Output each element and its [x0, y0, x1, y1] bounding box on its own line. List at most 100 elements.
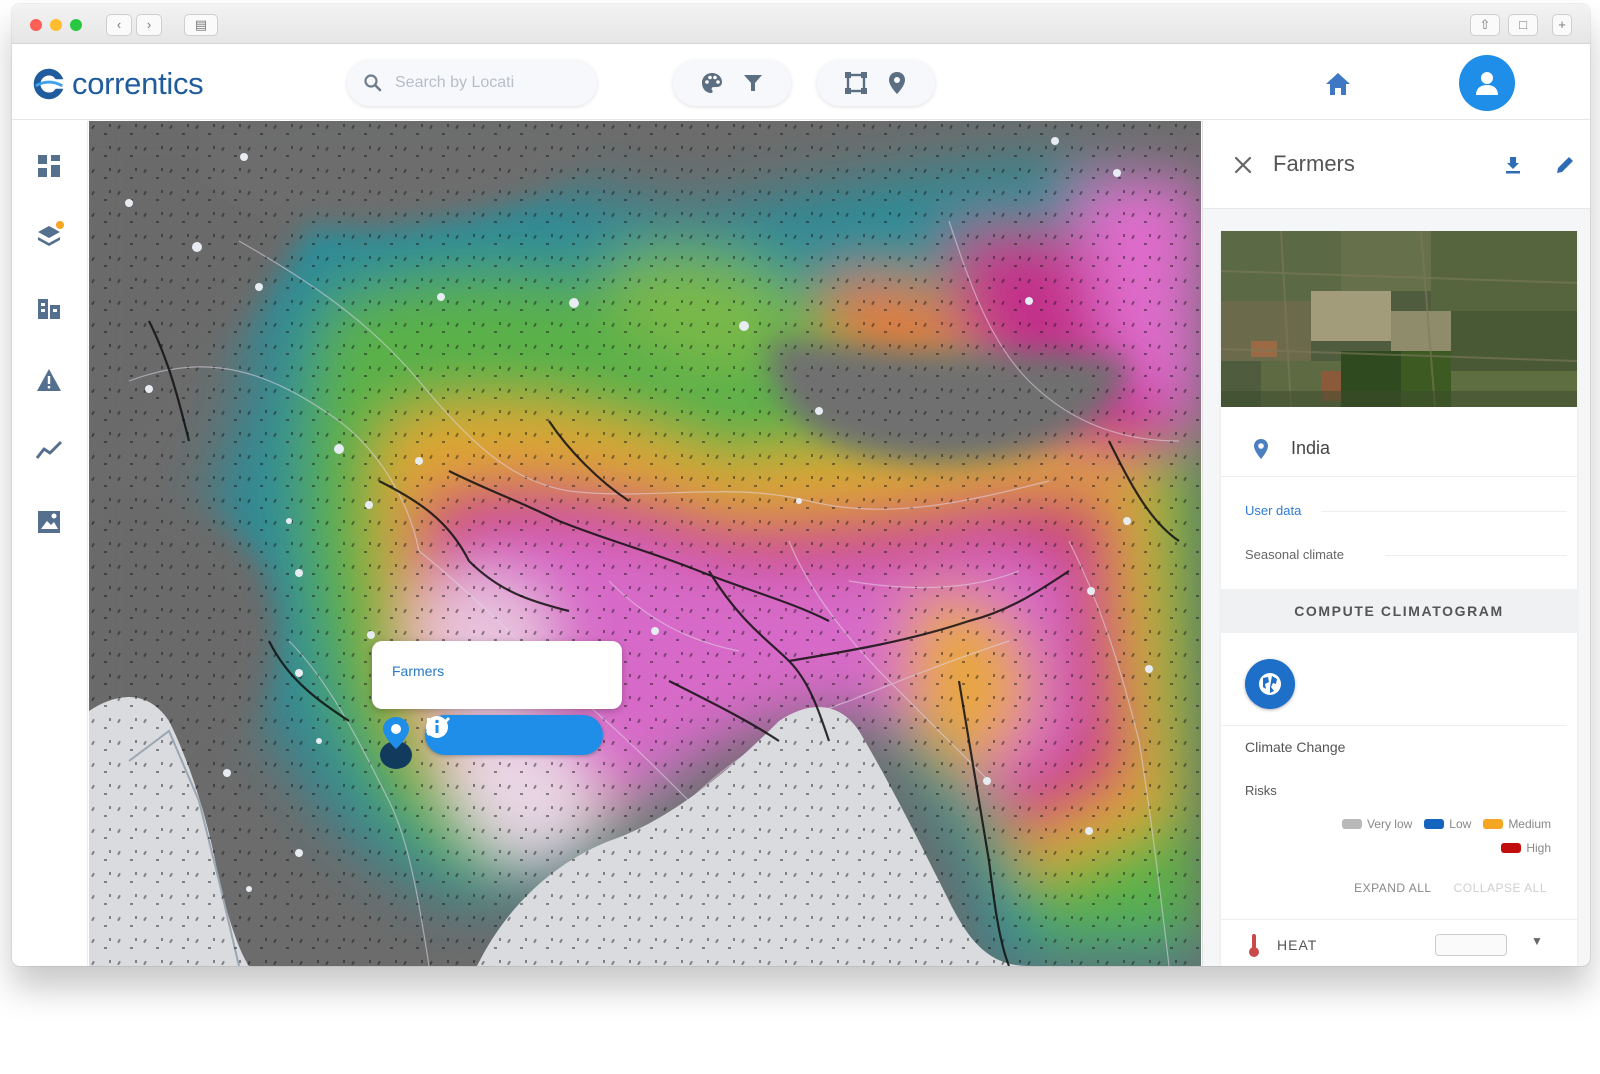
location-marker-icon [380, 717, 412, 769]
filter-button[interactable] [739, 69, 767, 97]
climate-change-label: Climate Change [1245, 739, 1346, 755]
heat-layer-toggle[interactable] [1435, 934, 1507, 956]
user-avatar-button[interactable] [1459, 55, 1515, 111]
location-name: India [1291, 438, 1331, 458]
heat-label: HEAT [1277, 936, 1318, 953]
satellite-thumbnail [1221, 231, 1577, 407]
climate-risk-map[interactable]: Farmers [89, 121, 1201, 966]
legend-item-low: Low [1424, 817, 1471, 831]
browser-window: ‹ › ▤ ⇧ □ + correntics Search by Locati … [12, 4, 1590, 966]
legend-swatch [1483, 819, 1504, 829]
legend-label: Medium [1508, 817, 1551, 831]
brand-logo[interactable]: correntics [30, 62, 204, 106]
legend-swatch [1424, 819, 1445, 829]
brand-name: correntics [72, 66, 204, 101]
location-card: India User data Seasonal climate COMPUTE… [1221, 231, 1577, 966]
left-navigation-rail [12, 121, 88, 966]
user-data-link[interactable]: User data [1245, 503, 1301, 518]
popup-title: Farmers [392, 663, 445, 679]
dashboard-icon [38, 155, 60, 177]
download-icon [1506, 157, 1520, 174]
divider [1321, 511, 1567, 512]
minimize-window-button[interactable] [50, 19, 62, 31]
more-button[interactable]: + [1552, 14, 1572, 36]
close-panel-button[interactable] [1231, 153, 1255, 177]
info-icon [426, 716, 448, 738]
expand-all-button[interactable]: EXPAND ALL [1354, 881, 1431, 895]
risks-label: Risks [1245, 783, 1277, 798]
browser-back-button[interactable]: ‹ [106, 14, 132, 36]
close-window-button[interactable] [30, 19, 42, 31]
trend-chart-icon [35, 440, 63, 459]
panel-header: Farmers [1203, 121, 1590, 209]
user-icon [1476, 72, 1498, 95]
share-button[interactable]: ⇧ [1470, 14, 1500, 36]
location-details-panel: Farmers India User data Seasonal climate… [1202, 121, 1590, 966]
location-popup[interactable]: Farmers [372, 641, 622, 709]
palette-button[interactable] [698, 69, 726, 97]
location-trend-button[interactable] [425, 716, 508, 749]
expand-collapse-row: EXPAND ALL COLLAPSE ALL [1221, 881, 1577, 895]
chevron-down-icon[interactable]: ▼ [1531, 934, 1543, 948]
legend-label: Very low [1366, 817, 1413, 831]
selection-tools-group [817, 60, 935, 106]
palette-icon [701, 73, 722, 93]
filter-icon [743, 75, 762, 91]
new-tab-button[interactable]: □ [1508, 14, 1538, 36]
rail-item-analytics[interactable] [32, 433, 66, 467]
divider [1385, 555, 1567, 556]
globe-icon [1259, 673, 1281, 695]
legend-item-very-low: Very low [1341, 817, 1413, 831]
map-tools-group [673, 60, 791, 106]
climate-change-globe-button[interactable] [1245, 659, 1295, 709]
rail-item-portfolio[interactable] [32, 291, 66, 325]
download-panel-button[interactable] [1501, 153, 1525, 177]
maximize-window-button[interactable] [70, 19, 82, 31]
legend-label: Low [1449, 817, 1472, 831]
legend-label: High [1526, 841, 1551, 855]
area-select-button[interactable] [842, 69, 870, 97]
map-canvas[interactable] [89, 121, 1201, 966]
home-button[interactable] [1322, 68, 1354, 100]
selected-location-marker[interactable] [378, 715, 414, 771]
legend-item-medium: Medium [1483, 817, 1551, 831]
sidebar-toggle-button[interactable]: ▤ [184, 14, 218, 36]
location-search[interactable] [347, 60, 597, 106]
app-header: correntics [12, 44, 1590, 966]
rail-item-alerts[interactable] [32, 363, 66, 397]
search-input[interactable] [395, 74, 575, 92]
browser-titlebar: ‹ › ▤ ⇧ □ + [12, 4, 1590, 44]
image-report-icon [38, 511, 60, 533]
warning-icon [37, 369, 61, 391]
compute-climatogram-button[interactable]: COMPUTE CLIMATOGRAM [1221, 589, 1577, 633]
buildings-icon [38, 299, 60, 319]
notification-badge [56, 221, 64, 229]
add-location-button[interactable] [883, 69, 911, 97]
map-pin-icon [1254, 438, 1268, 459]
home-icon [1326, 73, 1350, 95]
pencil-icon [1557, 157, 1573, 173]
logo-icon [33, 68, 64, 100]
edit-panel-button[interactable] [1553, 153, 1577, 177]
divider [1221, 725, 1567, 726]
close-icon [1234, 156, 1252, 174]
thermometer-icon [1249, 933, 1259, 957]
seasonal-climate-label: Seasonal climate [1245, 547, 1344, 562]
rail-item-reports[interactable] [32, 505, 66, 539]
map-pin-icon [888, 72, 905, 94]
legend-item-high: High [1501, 841, 1551, 855]
rail-item-layers[interactable] [32, 219, 66, 253]
browser-forward-button[interactable]: › [136, 14, 162, 36]
heat-risk-row[interactable]: HEAT ▼ [1221, 919, 1577, 966]
legend-swatch [1341, 819, 1362, 829]
location-action-bar [425, 715, 603, 755]
legend-swatch [1501, 843, 1522, 853]
rail-item-dashboard[interactable] [32, 149, 66, 183]
location-assets-button[interactable] [427, 718, 548, 749]
location-info-button[interactable] [426, 716, 587, 749]
bounding-box-icon [844, 72, 867, 94]
search-icon [364, 74, 382, 92]
location-row: India [1221, 421, 1577, 477]
collapse-all-button[interactable]: COLLAPSE ALL [1454, 881, 1547, 895]
panel-title: Farmers [1273, 151, 1355, 176]
